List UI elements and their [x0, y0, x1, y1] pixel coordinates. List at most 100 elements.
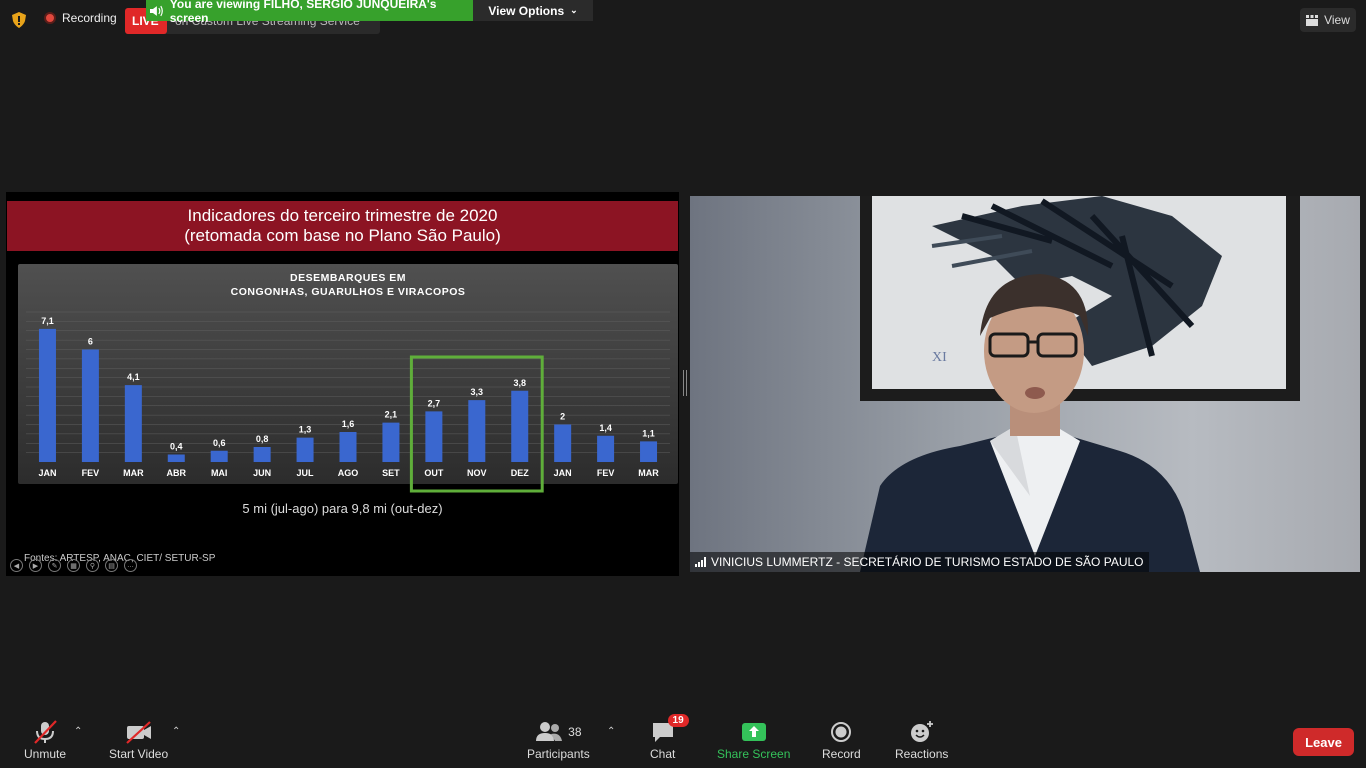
slide-controls: ◀ ▶ ✎ ▦ ⚲ ▤ … — [10, 559, 137, 572]
record-label: Record — [822, 747, 861, 761]
record-dot-icon — [44, 12, 56, 24]
share-screen-label: Share Screen — [717, 747, 791, 761]
top-bar: Recording LIVE on Custom Live Streaming … — [0, 0, 1366, 40]
reactions-button[interactable]: Reactions — [895, 720, 948, 761]
chat-label: Chat — [650, 747, 676, 761]
bar-value-label: 1,1 — [642, 428, 655, 438]
leave-button[interactable]: Leave — [1293, 728, 1354, 756]
share-screen-button[interactable]: Share Screen — [717, 720, 790, 761]
muted-microphone-icon — [32, 720, 58, 744]
bar-value-label: 0,8 — [256, 434, 269, 444]
participant-figure — [860, 274, 1200, 572]
bar-value-label: 0,4 — [170, 442, 183, 452]
next-slide-icon[interactable]: ▶ — [29, 559, 42, 572]
bar-value-label: 2,1 — [385, 410, 398, 420]
x-tick-label: MAR — [123, 468, 144, 478]
zoom-icon[interactable]: ⚲ — [86, 559, 99, 572]
participant-video-tile[interactable]: XI VINICIUS LUMMERTZ - SECRETÁRIO DE TUR… — [690, 196, 1360, 572]
grid-view-icon — [1306, 14, 1319, 26]
x-tick-label: MAI — [211, 468, 228, 478]
chart-bar — [468, 400, 486, 462]
unmute-label: Unmute — [24, 747, 67, 761]
chart-bar — [296, 437, 314, 462]
participants-count: 38 — [568, 725, 582, 739]
x-tick-label: AGO — [338, 468, 359, 478]
video-options-chevron-icon[interactable]: ⌃ — [172, 726, 180, 737]
x-tick-label: ABR — [167, 468, 187, 478]
bar-value-label: 7,1 — [41, 316, 54, 326]
bar-value-label: 1,3 — [299, 425, 312, 435]
meeting-toolbar: Unmute ⌃ Start Video ⌃ 38 Participants ⌃ — [0, 712, 1366, 768]
reactions-icon-wrap — [910, 720, 934, 744]
recording-indicator[interactable]: Recording — [44, 11, 117, 25]
chevron-down-icon: ⌄ — [570, 5, 578, 15]
chart-bar — [124, 385, 142, 462]
view-options-button[interactable]: View Options ⌄ — [473, 0, 593, 21]
more-options-icon[interactable]: … — [124, 559, 137, 572]
x-tick-label: FEV — [82, 468, 100, 478]
x-tick-label: FEV — [597, 468, 615, 478]
bar-value-label: 1,6 — [342, 419, 355, 429]
participant-name-tag: VINICIUS LUMMERTZ - SECRETÁRIO DE TURISM… — [690, 552, 1149, 572]
share-icon-wrap — [741, 720, 766, 744]
slide-title: Indicadores do terceiro trimestre de 202… — [7, 201, 678, 251]
start-video-button[interactable]: Start Video — [109, 720, 168, 761]
audio-options-chevron-icon[interactable]: ⌃ — [74, 726, 82, 737]
chart-bar — [81, 349, 99, 462]
x-tick-label: JUN — [253, 468, 271, 478]
panel-resize-handle[interactable] — [683, 370, 687, 396]
record-button[interactable]: Record — [822, 720, 861, 761]
participant-name: VINICIUS LUMMERTZ - SECRETÁRIO DE TURISM… — [711, 555, 1144, 569]
reactions-label: Reactions — [895, 747, 949, 761]
participants-label: Participants — [527, 747, 590, 761]
bar-value-label: 1,4 — [599, 423, 612, 433]
participants-icon — [536, 722, 563, 741]
recording-label: Recording — [62, 11, 117, 25]
x-tick-label: MAR — [638, 468, 659, 478]
chart-bar — [554, 424, 572, 462]
chat-icon-wrap: 19 — [651, 714, 689, 744]
x-tick-label: SET — [382, 468, 400, 478]
chart-bar — [210, 450, 228, 462]
participants-icon-wrap: 38 — [535, 720, 582, 744]
previous-slide-icon[interactable]: ◀ — [10, 559, 23, 572]
slide-title-line2: (retomada com base no Plano São Paulo) — [184, 226, 501, 245]
viewing-banner-text: You are viewing FILHO, SERGIO JUNQUEIRA'… — [169, 0, 437, 25]
bar-value-label: 0,6 — [213, 438, 226, 448]
view-label: View — [1324, 13, 1350, 27]
chat-button[interactable]: 19 Chat — [650, 714, 689, 761]
pen-icon[interactable]: ✎ — [48, 559, 61, 572]
subtitles-icon[interactable]: ▤ — [105, 559, 118, 572]
viewing-banner: You are viewing FILHO, SERGIO JUNQUEIRA'… — [146, 0, 473, 25]
bar-value-label: 2,7 — [428, 398, 441, 408]
bar-value-label: 4,1 — [127, 372, 140, 382]
x-tick-label: JAN — [38, 468, 56, 478]
participants-options-chevron-icon[interactable]: ⌃ — [607, 726, 615, 737]
x-tick-label: JUL — [297, 468, 315, 478]
share-screen-icon — [741, 723, 766, 741]
chart-bar — [167, 454, 185, 462]
chart-bar — [253, 447, 271, 462]
video-off-icon — [125, 720, 153, 744]
slides-overview-icon[interactable]: ▦ — [67, 559, 80, 572]
smiley-add-icon — [910, 721, 933, 742]
chart-bar — [597, 435, 615, 462]
signal-strength-icon — [695, 557, 706, 567]
chart-bar — [382, 422, 400, 462]
bar-value-label: 6 — [88, 337, 93, 347]
chart-bar — [38, 328, 56, 462]
slide-title-line1: Indicadores do terceiro trimestre de 202… — [187, 206, 498, 225]
chart-plot: 7,1 JAN 6 FEV 4,1 MAR 0,4 ABR 0,6 MAI 0,8 JUN 1,3 JUL… — [26, 311, 670, 493]
security-shield-icon[interactable] — [12, 12, 26, 28]
unmute-button[interactable]: Unmute — [24, 720, 66, 761]
chart-bar — [640, 441, 658, 462]
x-tick-label: JAN — [554, 468, 572, 478]
bar-value-label: 3,8 — [513, 378, 526, 388]
view-button[interactable]: View — [1300, 8, 1356, 32]
participants-button[interactable]: 38 Participants — [527, 720, 590, 761]
chart-bar — [339, 432, 357, 462]
x-tick-label: NOV — [467, 468, 487, 478]
record-icon — [831, 722, 852, 742]
bar-value-label: 3,3 — [471, 387, 484, 397]
record-icon-wrap — [830, 720, 852, 744]
